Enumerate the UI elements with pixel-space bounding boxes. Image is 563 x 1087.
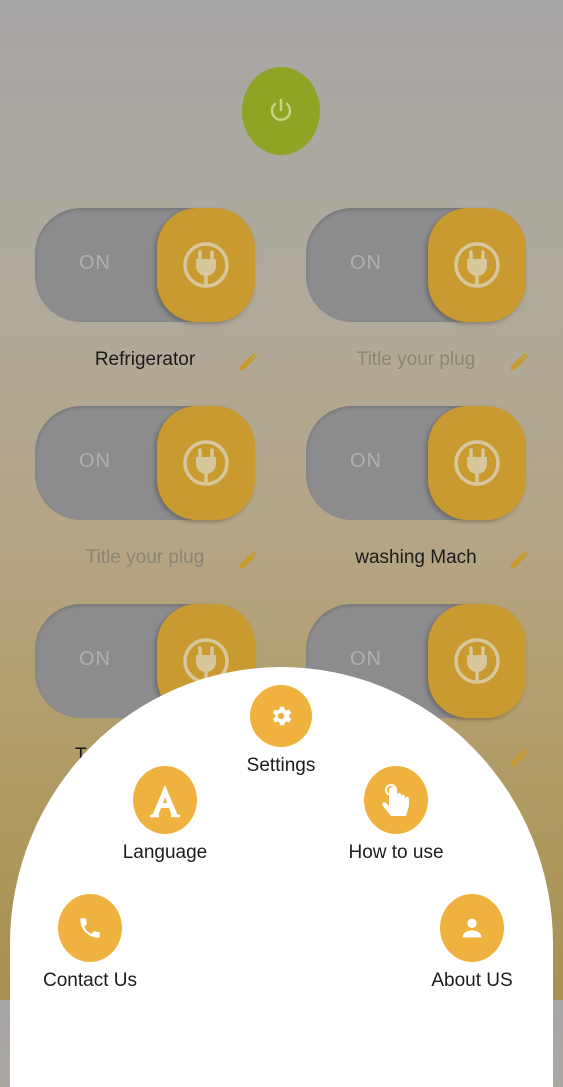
- toggle-state-label: ON: [350, 648, 382, 670]
- contact-us-menu-item[interactable]: Contact Us: [30, 894, 150, 992]
- plug-toggle[interactable]: ON: [306, 406, 526, 520]
- power-icon: [270, 98, 292, 121]
- toggle-knob[interactable]: [428, 406, 526, 520]
- about-us-menu-item[interactable]: About US: [422, 894, 522, 992]
- settings-menu-item[interactable]: Settings: [231, 685, 331, 777]
- plug-title[interactable]: Refrigerator: [35, 349, 255, 371]
- about-us-button[interactable]: [440, 894, 504, 962]
- plug-icon: [183, 440, 229, 486]
- toggle-state-label: ON: [79, 252, 111, 274]
- plug-icon: [454, 638, 500, 684]
- edit-pencil-icon[interactable]: [237, 351, 259, 373]
- edit-pencil-icon[interactable]: [237, 549, 259, 571]
- person-icon: [462, 918, 482, 938]
- language-a-icon: [150, 785, 180, 818]
- phone-icon: [80, 918, 100, 938]
- edit-pencil-icon[interactable]: [508, 549, 530, 571]
- toggle-knob[interactable]: [157, 406, 255, 520]
- language-label: Language: [122, 842, 208, 863]
- plug-toggle[interactable]: ON: [35, 208, 255, 322]
- edit-pencil-icon[interactable]: [508, 351, 530, 373]
- toggle-knob[interactable]: [428, 208, 526, 322]
- gear-icon: [272, 706, 292, 726]
- toggle-state-label: ON: [350, 252, 382, 274]
- toggle-knob[interactable]: [157, 208, 255, 322]
- plug-icon: [183, 242, 229, 288]
- toggle-state-label: ON: [79, 648, 111, 670]
- plug-title[interactable]: washing Mach: [306, 547, 526, 569]
- plug-toggle[interactable]: ON: [306, 208, 526, 322]
- plug-toggle[interactable]: ON: [35, 406, 255, 520]
- toggle-state-label: ON: [350, 450, 382, 472]
- plug-title[interactable]: Title your plug: [306, 349, 526, 371]
- about-us-label: About US: [431, 970, 513, 991]
- hand-tap-icon: [382, 784, 409, 816]
- language-button[interactable]: [133, 766, 197, 834]
- settings-label: Settings: [246, 755, 316, 776]
- toggle-knob[interactable]: [428, 604, 526, 718]
- how-to-use-label: How to use: [348, 842, 444, 863]
- language-menu-item[interactable]: Language: [115, 766, 215, 864]
- plug-icon: [454, 440, 500, 486]
- how-to-use-menu-item[interactable]: How to use: [346, 766, 446, 864]
- plug-title[interactable]: Title your plug: [35, 547, 255, 569]
- how-to-use-button[interactable]: [364, 766, 428, 834]
- plug-icon: [454, 242, 500, 288]
- contact-us-button[interactable]: [58, 894, 122, 962]
- edit-pencil-icon[interactable]: [508, 747, 530, 769]
- toggle-state-label: ON: [79, 450, 111, 472]
- settings-button[interactable]: [250, 685, 312, 747]
- power-button[interactable]: [242, 67, 320, 155]
- contact-us-label: Contact Us: [43, 970, 137, 991]
